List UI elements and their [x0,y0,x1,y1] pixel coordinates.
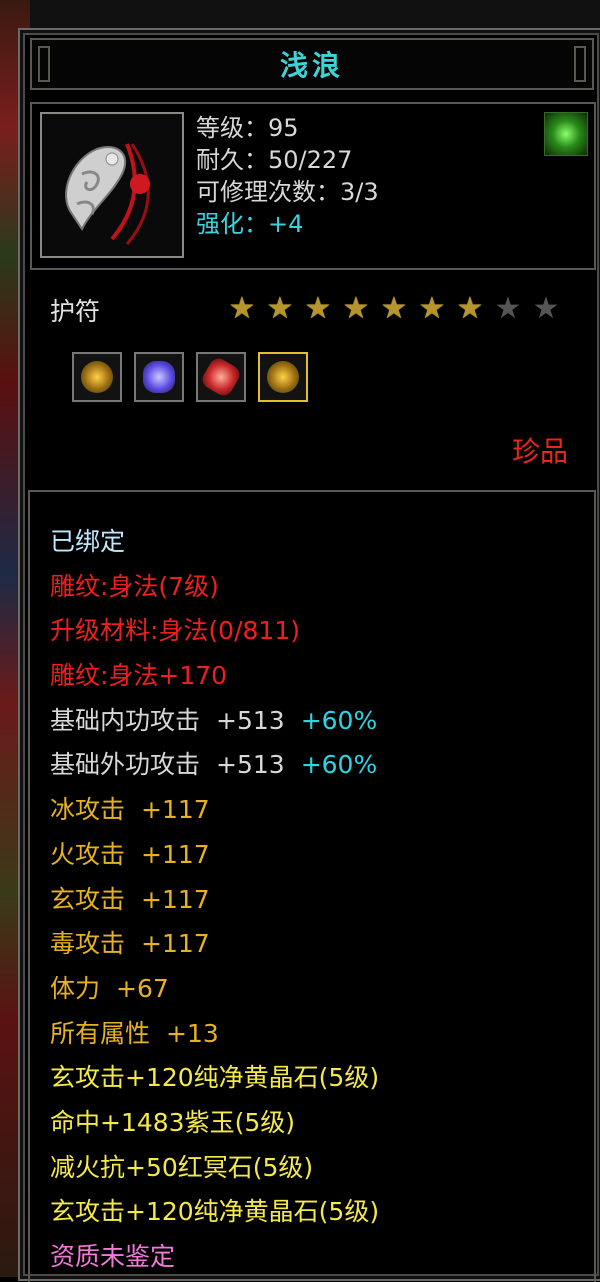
attribute-line: 玄攻击+120纯净黄晶石(5级) [50,1190,379,1235]
attribute-section: 已绑定雕纹:身法(7级) 升级材料:身法(0/811) 雕纹:身法+170 基础内功攻… [28,490,596,1282]
attribute-line: 减火抗+50红冥石(5级) [50,1146,379,1191]
star-icon: ★ [304,291,332,326]
attribute-text: 所有属性 [50,1018,151,1048]
gem-sockets [72,352,308,402]
star-icon: ★ [418,291,446,326]
attribute-line: 基础外功攻击 +513 +60% [50,743,379,788]
attribute-line: 命中+1483紫玉(5级) [50,1101,379,1146]
attribute-text: 玄攻击 [50,884,126,914]
star-icon: ★ [532,291,560,326]
attribute-text: 冰攻击 [50,795,126,825]
attribute-value: +117 [141,795,210,825]
enhance-line: 强化：+4 [196,210,304,238]
attribute-percent: +60% [300,750,378,780]
star-icon: ★ [342,291,370,326]
attribute-value: +117 [141,884,210,914]
amulet-icon [42,114,182,256]
red-gem-icon[interactable] [196,352,246,402]
yellow-gem-icon[interactable] [72,352,122,402]
attribute-value: +513 [216,705,285,735]
star-icon: ★ [456,291,484,326]
attribute-line: 冰攻击 +117 [50,788,379,833]
item-icon-frame[interactable] [40,112,184,258]
star-icon: ★ [380,291,408,326]
attribute-text: 雕纹:身法+170 [50,661,228,691]
gem-core [199,355,243,399]
attribute-text: 基础外功攻击 [50,750,201,780]
attribute-line: 火攻击 +117 [50,833,379,878]
yellow-gem-icon[interactable] [258,352,308,402]
attribute-value: +117 [141,839,210,869]
attribute-value: +513 [216,750,285,780]
attribute-value: +117 [141,929,210,959]
level-line: 等级：95 [196,114,299,142]
attribute-percent: +60% [300,705,378,735]
attribute-value: +13 [166,1018,219,1048]
attribute-line: 已绑定 [50,520,379,565]
jade-leaf-icon [544,112,588,156]
attribute-line: 升级材料:身法(0/811) [50,609,379,654]
attribute-line: 资质未鉴定 [50,1235,379,1280]
attribute-text: 已绑定 [50,527,126,556]
item-stats: 等级：95 耐久：50/227 可修理次数：3/3 强化：+4 [196,112,379,240]
durability-line: 耐久：50/227 [196,146,353,174]
attribute-line: 所有属性 +13 [50,1012,379,1057]
attribute-text: 基础内功攻击 [50,705,201,735]
gem-core [143,361,175,393]
star-icon: ★ [494,291,522,326]
attribute-value: +67 [116,973,169,1003]
attribute-text: 减火抗+50红冥石(5级) [50,1152,314,1182]
rarity-label: 珍品 [511,435,568,468]
attribute-line: 玄攻击 +117 [50,878,379,923]
gem-core [81,361,113,393]
attribute-list: 已绑定雕纹:身法(7级) 升级材料:身法(0/811) 雕纹:身法+170 基础内功攻… [50,520,379,1280]
attribute-line: 毒攻击 +117 [50,922,379,967]
item-tooltip-panel: 浅浪 等级：95 耐久：50/227 可修理次数：3/3 强化：+4 护符 ★ ★… [18,28,600,1282]
attribute-text: 雕纹:身法(7级) [50,571,219,601]
attribute-line: 雕纹:身法+170 [50,654,379,699]
attribute-text: 火攻击 [50,839,126,869]
item-name: 浅浪 [279,49,344,82]
attribute-text: 资质未鉴定 [50,1242,176,1271]
attribute-text: 体力 [50,973,101,1003]
star-icon: ★ [266,291,294,326]
repair-count-line: 可修理次数：3/3 [196,178,379,206]
attribute-line: 玄攻击+120纯净黄晶石(5级) [50,1056,379,1101]
star-icon: ★ [228,291,256,326]
attribute-text: 命中+1483紫玉(5级) [50,1107,295,1137]
purple-gem-icon[interactable] [134,352,184,402]
attribute-text: 升级材料:身法(0/811) [50,616,300,646]
attribute-text: 玄攻击+120纯净黄晶石(5级) [50,1197,380,1227]
title-bar: 浅浪 [30,38,594,90]
star-rating: ★ ★ ★ ★ ★ ★ ★ ★ ★ [225,292,563,326]
attribute-text: 玄攻击+120纯净黄晶石(5级) [50,1063,380,1093]
attribute-line: 雕纹:身法(7级) [50,565,379,610]
attribute-text: 毒攻击 [50,929,126,959]
attribute-line: 基础内功攻击 +513 +60% [50,699,379,744]
item-type: 护符 [50,297,101,326]
gem-core [267,361,299,393]
attribute-line: 体力 +67 [50,967,379,1012]
item-header: 等级：95 耐久：50/227 可修理次数：3/3 强化：+4 [30,102,596,270]
